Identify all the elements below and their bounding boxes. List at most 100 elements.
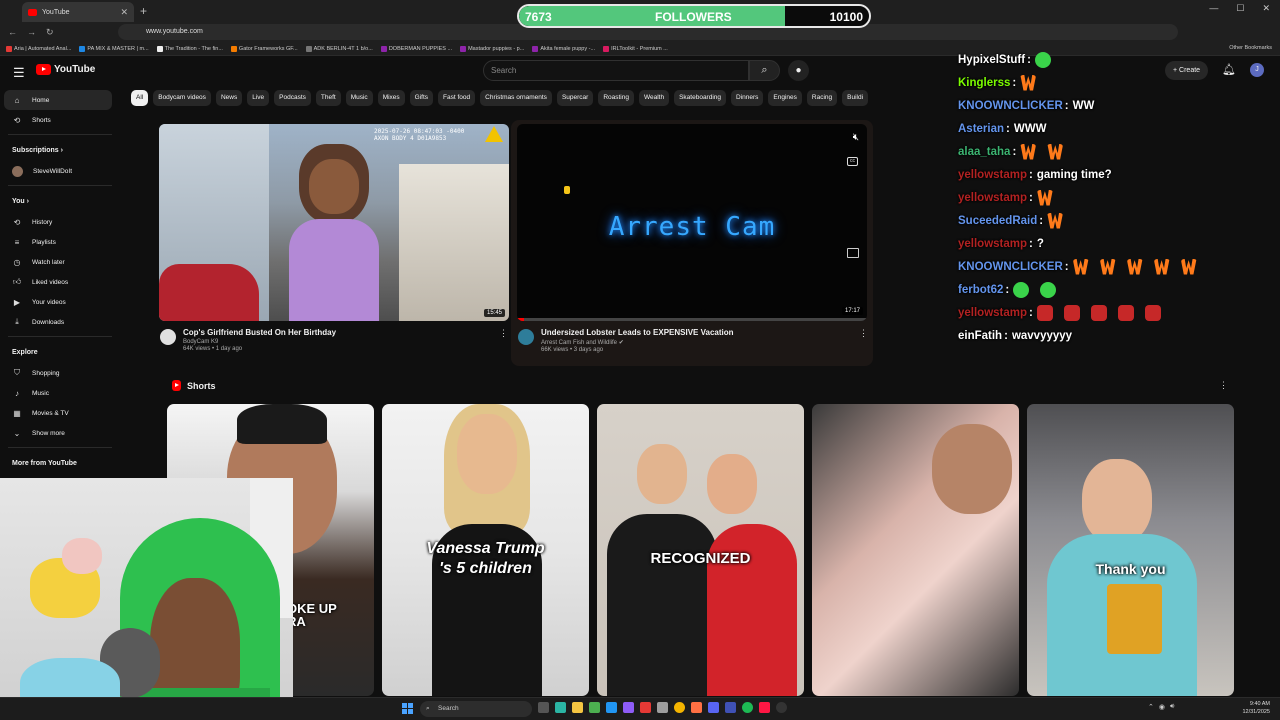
taskbar-search[interactable]: ⌕ Search <box>420 701 532 717</box>
obs-icon[interactable] <box>776 702 787 713</box>
search-icon[interactable]: ⌕ <box>749 60 780 81</box>
more-options-icon[interactable]: ⋮ <box>859 328 868 339</box>
chip[interactable]: Fast food <box>438 90 476 106</box>
channel-avatar[interactable] <box>160 329 176 345</box>
tab-close-icon[interactable]: ✕ <box>120 7 128 18</box>
chip[interactable]: Supercar <box>556 90 594 106</box>
search-input[interactable]: Search <box>483 60 749 81</box>
app-icon[interactable] <box>759 702 770 713</box>
chrome-icon[interactable] <box>674 702 685 713</box>
chip[interactable]: Engines <box>768 90 802 106</box>
youtube-logo[interactable]: YouTube <box>36 64 95 75</box>
chip[interactable]: Gifts <box>409 90 434 106</box>
app-icon[interactable] <box>623 702 634 713</box>
channel-name[interactable]: BodyCam K9 <box>183 339 493 345</box>
chip[interactable]: Theft <box>315 90 341 106</box>
folder-icon[interactable] <box>572 702 583 713</box>
sidebar-item-your-videos[interactable]: ▶ Your videos <box>0 292 120 312</box>
bookmark-item[interactable]: DOBERMAN PUPPIES ... <box>380 45 452 52</box>
chip[interactable]: Mixes <box>377 90 405 106</box>
app-icon[interactable] <box>589 702 600 713</box>
mute-icon[interactable]: 🔇︎ <box>853 132 859 143</box>
chip[interactable]: Bodycam videos <box>153 90 211 106</box>
video-title[interactable]: Undersized Lobster Leads to EXPENSIVE Va… <box>541 328 851 337</box>
sidebar-item-show-more[interactable]: ⌄ Show more <box>0 423 120 443</box>
chip[interactable]: Music <box>345 90 373 106</box>
app-icon[interactable] <box>538 702 549 713</box>
video-thumbnail[interactable]: 2025-07-26 08:47:03 -0400 AXON BODY 4 D0… <box>159 124 509 321</box>
app-icon[interactable] <box>555 702 566 713</box>
windows-start-icon[interactable] <box>402 703 413 714</box>
video-title[interactable]: Cop's Girlfriend Busted On Her Birthday <box>183 328 493 337</box>
chip[interactable]: Roasting <box>598 90 634 106</box>
preview-progress-track[interactable] <box>517 318 867 321</box>
chip[interactable]: News <box>215 90 243 106</box>
app-icon[interactable] <box>708 702 719 713</box>
chip[interactable]: Christmas ornaments <box>480 90 552 106</box>
sidebar-item-history[interactable]: ⟲ History <box>0 212 120 232</box>
back-icon[interactable]: ← <box>8 27 17 37</box>
chip[interactable]: Dinners <box>731 90 764 106</box>
bookmark-item[interactable]: IRLToolkit - Premium ... <box>603 45 668 52</box>
reload-icon[interactable]: ↻ <box>46 27 54 38</box>
maximize-icon[interactable]: ☐ <box>1236 3 1244 14</box>
video-card[interactable]: 2025-07-26 08:47:03 -0400 AXON BODY 4 D0… <box>159 124 509 364</box>
sidebar-subscriptions-header[interactable]: Subscriptions › <box>0 139 120 161</box>
hamburger-menu-icon[interactable]: ☰ <box>13 65 25 81</box>
app-icon[interactable] <box>725 702 736 713</box>
youtube-logo-text: YouTube <box>54 64 96 75</box>
short-card[interactable]: RECOGNIZED <box>597 404 804 696</box>
shorts-more-options-icon[interactable]: ⋮ <box>1219 380 1228 391</box>
network-icon[interactable]: ◉ <box>1159 703 1165 711</box>
picture-in-picture-icon[interactable] <box>847 248 859 258</box>
chip[interactable]: Live <box>247 90 270 106</box>
app-icon[interactable] <box>691 702 702 713</box>
video-card[interactable]: Arrest Cam 🔇︎ cc 17:17 Undersized Lobste… <box>511 120 873 366</box>
new-tab-button[interactable]: + <box>140 4 147 18</box>
sidebar-item-music[interactable]: ♪ Music <box>0 383 120 403</box>
short-card[interactable] <box>812 404 1019 696</box>
sidebar-item-playlists[interactable]: ≡ Playlists <box>0 232 120 252</box>
chip[interactable]: Skateboarding <box>674 90 727 106</box>
microphone-icon[interactable]: ● <box>788 60 809 81</box>
short-card[interactable]: Thank you <box>1027 404 1234 696</box>
chip[interactable]: Racing <box>806 90 838 106</box>
captions-icon[interactable]: cc <box>847 157 858 166</box>
forward-icon[interactable]: → <box>27 27 36 37</box>
sidebar-you-header[interactable]: You › <box>0 190 120 212</box>
channel-name[interactable]: Arrest Cam Fish and Wildlife ✔ <box>541 339 851 346</box>
bookmark-item[interactable]: Aria | Automated Anal... <box>6 45 71 52</box>
bookmark-item[interactable]: ADK BERLIN-4T 1 b/o... <box>305 45 373 52</box>
app-icon[interactable] <box>640 702 651 713</box>
chevron-up-icon[interactable]: ⌃ <box>1148 703 1154 711</box>
chip[interactable]: Buildi <box>842 90 869 106</box>
sidebar-item-downloads[interactable]: ⤓ Downloads <box>0 312 120 332</box>
taskbar-clock[interactable]: 9:40 AM 12/31/2025 <box>1242 700 1270 716</box>
chip[interactable]: Wealth <box>638 90 670 106</box>
short-card[interactable]: Vanessa Trump 's 5 children <box>382 404 589 696</box>
spotify-icon[interactable] <box>742 702 753 713</box>
app-icon[interactable] <box>657 702 668 713</box>
volume-icon[interactable]: 🔊︎ <box>1170 703 1174 711</box>
more-options-icon[interactable]: ⋮ <box>499 328 508 339</box>
bookmark-item[interactable]: Gator Frameworks GF... <box>230 45 298 52</box>
tab-youtube[interactable]: YouTube ✕ <box>22 2 134 22</box>
sidebar-item-shorts[interactable]: ⟲ Shorts <box>0 110 120 130</box>
bookmark-item[interactable]: Akita female puppy -... <box>532 45 595 52</box>
sidebar-item-liked[interactable]: 👍︎ Liked videos <box>0 272 120 292</box>
bookmark-item[interactable]: The Tradition - The fin... <box>156 45 223 52</box>
bookmark-item[interactable]: Mastador puppies - p... <box>460 45 524 52</box>
sidebar-item-shopping[interactable]: ⛉ Shopping <box>0 363 120 383</box>
close-window-icon[interactable]: ✕ <box>1262 3 1270 14</box>
minimize-icon[interactable]: — <box>1209 3 1218 14</box>
sidebar-item-home[interactable]: ⌂ Home <box>4 90 112 110</box>
channel-avatar[interactable] <box>518 329 534 345</box>
sidebar-item-watch-later[interactable]: ◷ Watch later <box>0 252 120 272</box>
sidebar-item-subscription[interactable]: SteveWillDoIt <box>0 161 120 181</box>
video-preview-player[interactable]: Arrest Cam 🔇︎ cc 17:17 <box>517 124 867 321</box>
chip[interactable]: Podcasts <box>274 90 311 106</box>
bookmark-item[interactable]: PA MIX & MASTER | m... <box>79 45 149 52</box>
app-icon[interactable] <box>606 702 617 713</box>
sidebar-item-movies[interactable]: ▦ Movies & TV <box>0 403 120 423</box>
chip-all[interactable]: All <box>131 90 149 106</box>
